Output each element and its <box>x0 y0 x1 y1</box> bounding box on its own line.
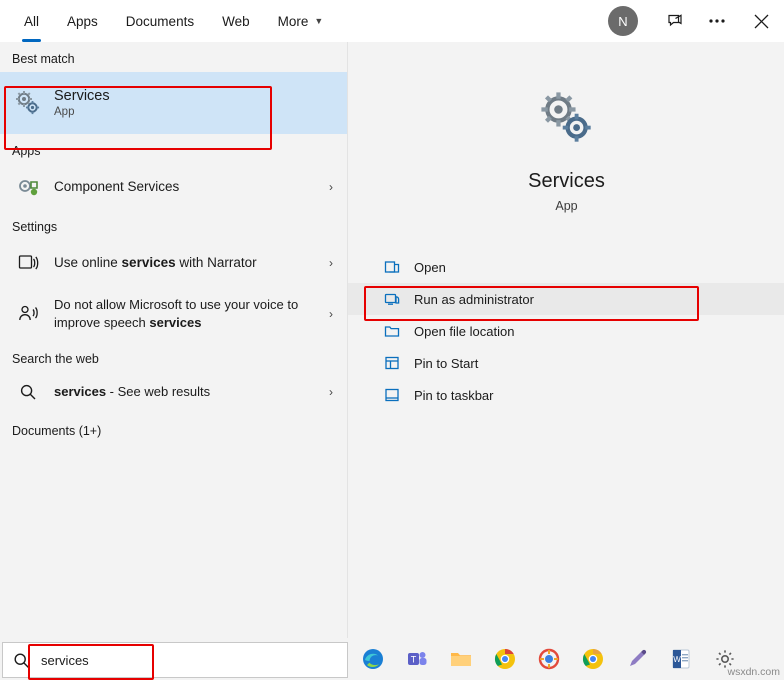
web-texts: services - See web results <box>54 384 210 400</box>
chevron-right-icon[interactable]: › <box>329 256 333 270</box>
svg-text:W: W <box>673 655 681 664</box>
avatar-initial: N <box>618 13 628 29</box>
top-right-controls: N <box>608 0 784 42</box>
web-title: services - See web results <box>54 384 210 400</box>
tab-web[interactable]: Web <box>208 0 264 42</box>
action-open-file-location[interactable]: Open file location <box>348 315 784 347</box>
file-explorer-icon[interactable] <box>448 646 474 672</box>
tab-apps-label: Apps <box>67 13 98 29</box>
search-input[interactable] <box>39 651 323 669</box>
pin-taskbar-icon <box>380 387 404 403</box>
search-flyout: All Apps Documents Web More ▼ N Best mat… <box>0 0 784 680</box>
word-icon[interactable]: W <box>668 646 694 672</box>
documents-header: Documents (1+) <box>12 424 102 438</box>
services-gears-icon <box>531 82 603 154</box>
narrator-title: Use online services with Narrator <box>54 255 257 272</box>
result-best-match-services[interactable]: Services App <box>0 72 347 134</box>
narrator-icon <box>12 252 44 274</box>
nav-tabs: All Apps Documents Web More ▼ <box>0 0 337 42</box>
shield-run-icon <box>380 291 404 307</box>
web-header: Search the web <box>12 352 99 366</box>
taskbar-search[interactable] <box>2 642 348 678</box>
chevron-right-icon[interactable]: › <box>329 307 333 321</box>
search-top-nav: All Apps Documents Web More ▼ N <box>0 0 784 42</box>
speech-icon <box>12 303 44 325</box>
services-gears-icon <box>12 88 44 118</box>
context-actions: Open Run as administrator Open file loca… <box>348 251 784 411</box>
narrator-title-part1: Use online <box>54 254 122 270</box>
close-icon[interactable] <box>738 0 784 42</box>
apps-header: Apps <box>12 144 41 158</box>
action-pin-to-taskbar[interactable]: Pin to taskbar <box>348 379 784 411</box>
ellipsis-icon[interactable] <box>696 0 738 42</box>
action-run-as-administrator-label: Run as administrator <box>414 291 534 307</box>
tab-documents[interactable]: Documents <box>112 0 208 42</box>
tab-apps[interactable]: Apps <box>53 0 112 42</box>
best-match-texts: Services App <box>54 87 110 120</box>
component-services-texts: Component Services <box>54 179 179 196</box>
tab-all-label: All <box>24 13 40 29</box>
tab-more[interactable]: More ▼ <box>264 0 338 42</box>
search-small-icon <box>12 383 44 401</box>
snip-sketch-icon[interactable] <box>624 646 650 672</box>
watermark: wsxdn.com <box>727 666 780 678</box>
result-narrator-online-services[interactable]: Use online services with Narrator › <box>0 240 347 286</box>
settings-header: Settings <box>12 220 58 234</box>
avatar[interactable]: N <box>608 6 638 36</box>
edge-icon[interactable] <box>360 646 386 672</box>
tab-web-label: Web <box>222 13 250 29</box>
chrome-icon[interactable] <box>492 646 518 672</box>
folder-icon <box>380 323 404 339</box>
component-services-title: Component Services <box>54 178 180 194</box>
preview-title: Services <box>528 170 605 192</box>
search-icon <box>3 652 39 669</box>
result-web-services[interactable]: services - See web results › <box>0 372 347 412</box>
web-title-rest: - See web results <box>106 383 211 399</box>
action-pin-to-taskbar-label: Pin to taskbar <box>414 387 494 403</box>
narrator-title-part3: with Narrator <box>175 254 257 270</box>
unknown-colorful-icon[interactable] <box>536 646 562 672</box>
best-match-header: Best match <box>12 52 75 66</box>
teams-icon[interactable]: T <box>404 646 430 672</box>
preview-pane: Services App Open Run as administrator O… <box>347 42 784 638</box>
action-open[interactable]: Open <box>348 251 784 283</box>
best-match-title: Services <box>54 87 110 104</box>
svg-text:T: T <box>411 655 417 665</box>
action-open-label: Open <box>414 259 446 275</box>
chevron-right-icon[interactable]: › <box>329 385 333 399</box>
preview-subtitle: App <box>555 199 578 213</box>
web-title-match: services <box>54 383 107 399</box>
chrome-canary-icon[interactable] <box>580 646 606 672</box>
narrator-title-match: services <box>121 254 176 270</box>
speech-title: Do not allow Microsoft to use your voice… <box>54 296 337 331</box>
chevron-down-icon: ▼ <box>314 16 324 26</box>
open-icon <box>380 259 404 275</box>
component-services-icon <box>12 175 44 199</box>
result-speech-services[interactable]: Do not allow Microsoft to use your voice… <box>0 286 347 342</box>
action-run-as-administrator[interactable]: Run as administrator <box>348 283 784 315</box>
taskbar-icons: T W <box>352 638 738 680</box>
tab-more-label: More <box>277 13 309 29</box>
result-component-services[interactable]: Component Services › <box>0 164 347 210</box>
pin-start-icon <box>380 355 404 371</box>
feedback-icon[interactable] <box>654 0 696 42</box>
chevron-right-icon[interactable]: › <box>329 180 333 194</box>
action-pin-to-start-label: Pin to Start <box>414 355 479 371</box>
best-match-subtitle: App <box>54 105 75 118</box>
results-pane: Best match Services App Apps Component S… <box>0 42 347 638</box>
speech-title-match: services <box>149 315 202 330</box>
speech-texts: Do not allow Microsoft to use your voice… <box>54 296 337 331</box>
action-open-file-location-label: Open file location <box>414 323 515 339</box>
tab-all[interactable]: All <box>10 0 53 42</box>
action-pin-to-start[interactable]: Pin to Start <box>348 347 784 379</box>
narrator-texts: Use online services with Narrator <box>54 255 257 272</box>
tab-documents-label: Documents <box>125 13 195 29</box>
